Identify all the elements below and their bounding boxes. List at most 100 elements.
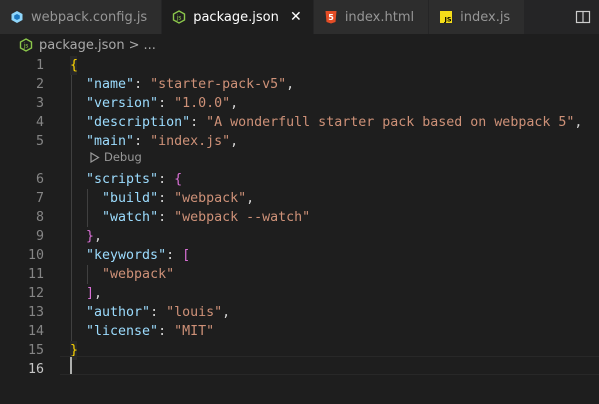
- code-token: :: [158, 172, 175, 187]
- code-token: "starter-pack-v5": [150, 77, 287, 92]
- code-token: :: [166, 248, 183, 263]
- code-token: :: [158, 96, 175, 111]
- code-token: "1.0.0": [174, 96, 231, 111]
- code-token: "scripts": [86, 172, 159, 187]
- code-token: :: [158, 191, 175, 206]
- line-code: "version": "1.0.0",: [70, 94, 238, 113]
- code-token: ,: [574, 115, 583, 130]
- tab-label: webpack.config.js: [31, 9, 148, 25]
- code-token: "webpack --watch": [174, 210, 311, 225]
- code-line: 11 "webpack": [0, 265, 599, 284]
- code-token: ,: [94, 229, 103, 244]
- split-editor-icon[interactable]: [575, 9, 591, 25]
- code-line: 12 ],: [0, 284, 599, 303]
- node-json-icon: js: [172, 10, 186, 24]
- code-token: {: [174, 172, 183, 187]
- line-number: 9: [35, 229, 44, 244]
- code-token: :: [134, 77, 151, 92]
- text-cursor: [70, 357, 72, 374]
- svg-text:js: js: [23, 43, 29, 50]
- debug-label: Debug: [104, 150, 142, 164]
- code-line: 13 "author": "louis",: [0, 303, 599, 322]
- close-icon[interactable]: ✕: [287, 8, 305, 26]
- code-line: 14 "license": "MIT": [0, 322, 599, 341]
- code-token: "license": [86, 324, 159, 339]
- line-code: "watch": "webpack --watch": [70, 208, 310, 227]
- line-number: 7: [35, 191, 44, 206]
- code-line: 4 "description": "A wonderfull starter p…: [0, 113, 599, 132]
- line-number: 16: [27, 362, 44, 377]
- debug-codelens[interactable]: Debug: [89, 148, 142, 167]
- code-token: ,: [94, 286, 103, 301]
- code-token: ,: [222, 305, 231, 320]
- svg-text:JS: JS: [444, 16, 452, 24]
- tab-webpack-config[interactable]: webpack.config.js: [0, 0, 163, 34]
- breadcrumb-more[interactable]: ...: [144, 38, 156, 53]
- code-editor[interactable]: 1{2 "name": "starter-pack-v5", 3 "version…: [0, 56, 599, 404]
- tab-index-html[interactable]: 5 index.html: [313, 0, 430, 34]
- code-token: :: [158, 210, 175, 225]
- code-token: "watch": [102, 210, 159, 225]
- code-token: "main": [86, 134, 135, 149]
- line-number: 15: [27, 343, 44, 358]
- html5-icon: 5: [324, 10, 338, 24]
- line-code: "build": "webpack",: [70, 189, 254, 208]
- line-number: 11: [27, 267, 44, 282]
- line-number: 1: [35, 58, 44, 73]
- line-number: 6: [35, 172, 44, 187]
- tab-label: index.js: [460, 9, 511, 25]
- code-line: 2 "name": "starter-pack-v5",: [0, 75, 599, 94]
- line-number: 12: [27, 286, 44, 301]
- breadcrumb: js package.json > ...: [0, 34, 599, 56]
- code-token: :: [190, 115, 207, 130]
- code-token: "build": [102, 191, 159, 206]
- code-token: ]: [86, 286, 95, 301]
- svg-text:js: js: [176, 15, 182, 22]
- line-code: "description": "A wonderfull starter pac…: [70, 113, 582, 132]
- line-code: ],: [70, 284, 102, 303]
- code-line: 7 "build": "webpack",: [0, 189, 599, 208]
- tab-index-js[interactable]: JS index.js: [429, 0, 526, 34]
- line-number: 10: [27, 248, 44, 263]
- line-number: 5: [35, 134, 44, 149]
- code-token: ,: [246, 191, 255, 206]
- line-number: 3: [35, 96, 44, 111]
- code-token: "name": [86, 77, 135, 92]
- line-number: 2: [35, 77, 44, 92]
- code-line: 6 "scripts": {: [0, 170, 599, 189]
- tab-label: index.html: [344, 9, 415, 25]
- code-token: "author": [86, 305, 151, 320]
- js-icon: JS: [439, 10, 453, 24]
- code-line: 10 "keywords": [: [0, 246, 599, 265]
- line-code: },: [70, 227, 102, 246]
- current-line-highlight: [60, 356, 599, 375]
- line-number: 4: [35, 115, 44, 130]
- code-token: {: [70, 58, 79, 73]
- webpack-icon: [10, 10, 24, 24]
- tab-package-json[interactable]: js package.json ✕: [162, 0, 314, 34]
- breadcrumb-separator: >: [128, 37, 140, 53]
- code-line: 3 "version": "1.0.0",: [0, 94, 599, 113]
- code-token: ,: [230, 96, 239, 111]
- code-token: "description": [86, 115, 191, 130]
- code-token: :: [150, 305, 167, 320]
- code-token: "version": [86, 96, 159, 111]
- debug-play-icon: [90, 152, 100, 163]
- line-code: {: [70, 56, 78, 75]
- line-code: "scripts": {: [70, 170, 182, 189]
- line-code: "license": "MIT": [70, 322, 214, 341]
- line-code: "name": "starter-pack-v5",: [70, 75, 294, 94]
- code-token: "A wonderfull starter pack based on webp…: [206, 115, 575, 130]
- breadcrumb-file[interactable]: package.json: [39, 38, 125, 53]
- line-code: "webpack": [70, 265, 174, 284]
